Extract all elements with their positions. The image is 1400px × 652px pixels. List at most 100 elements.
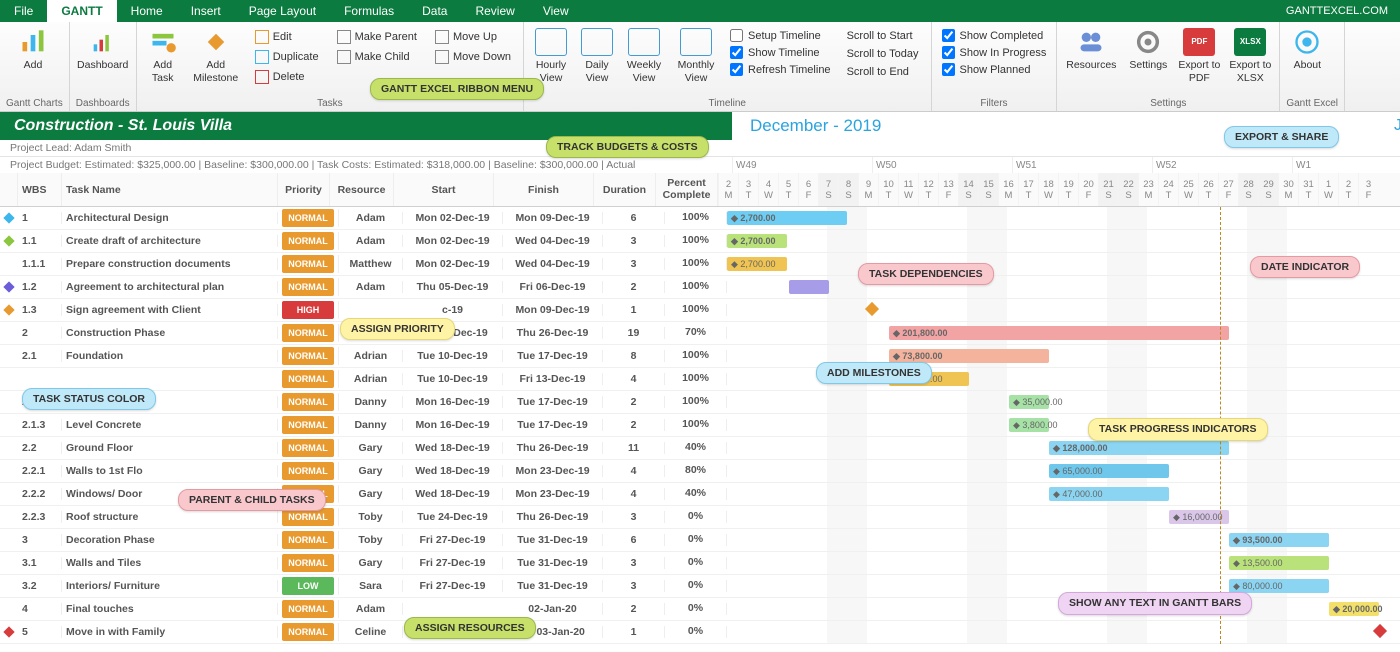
header-pct[interactable]: Percent Complete xyxy=(656,173,718,206)
cell-priority[interactable]: NORMAL xyxy=(278,531,339,549)
tab-view[interactable]: View xyxy=(529,0,583,22)
gantt-bar[interactable]: ◆ 16,000.00 xyxy=(1169,510,1229,524)
cell-priority[interactable]: NORMAL xyxy=(278,462,339,480)
add-task-button[interactable]: Add Task xyxy=(143,26,183,84)
add-chart-button[interactable]: Add xyxy=(6,26,60,72)
cell-priority[interactable]: NORMAL xyxy=(278,324,339,342)
duplicate-button[interactable]: Duplicate xyxy=(249,48,325,66)
task-row[interactable]: NORMALAdrianTue 10-Dec-19Fri 13-Dec-1941… xyxy=(0,368,1400,391)
dashboard-button[interactable]: Dashboard xyxy=(76,26,130,72)
gantt-milestone[interactable] xyxy=(865,302,879,316)
header-start[interactable]: Start xyxy=(394,173,494,206)
edit-button[interactable]: Edit xyxy=(249,28,325,46)
setup-timeline-check[interactable]: Setup Timeline xyxy=(726,28,835,43)
task-row[interactable]: 1.2Agreement to architectural planNORMAL… xyxy=(0,276,1400,299)
gantt-cell xyxy=(727,299,1387,321)
gantt-bar[interactable]: ◆ 73,800.00 xyxy=(889,349,1049,363)
show-completed-check[interactable]: Show Completed xyxy=(938,28,1051,43)
task-row[interactable]: 1.1Create draft of architectureNORMALAda… xyxy=(0,230,1400,253)
export-pdf-button[interactable]: PDFExport to PDF xyxy=(1177,26,1221,84)
make-child-button[interactable]: Make Child xyxy=(331,48,423,66)
gantt-bar[interactable]: ◆ 35,000.00 xyxy=(1009,395,1049,409)
task-row[interactable]: 2.1.2Pour ConcreteNORMALDannyMon 16-Dec-… xyxy=(0,391,1400,414)
add-milestone-button[interactable]: Add Milestone xyxy=(189,26,243,84)
move-down-button[interactable]: Move Down xyxy=(429,48,517,66)
make-parent-button[interactable]: Make Parent xyxy=(331,28,423,46)
header-finish[interactable]: Finish xyxy=(494,173,594,206)
cell-priority[interactable]: NORMAL xyxy=(278,370,339,388)
settings-button[interactable]: Settings xyxy=(1125,26,1171,72)
cell-priority[interactable]: NORMAL xyxy=(278,278,339,296)
group-timeline: Timeline xyxy=(530,96,925,109)
scroll-start-button[interactable]: Scroll to Start xyxy=(841,28,925,44)
show-inprogress-check[interactable]: Show In Progress xyxy=(938,45,1051,60)
scroll-today-button[interactable]: Scroll to Today xyxy=(841,46,925,62)
cell-priority[interactable]: NORMAL xyxy=(278,623,339,641)
tab-pagelayout[interactable]: Page Layout xyxy=(235,0,330,22)
cell-priority[interactable]: NORMAL xyxy=(278,416,339,434)
cell-priority[interactable]: LOW xyxy=(278,577,339,595)
about-button[interactable]: About xyxy=(1286,26,1328,72)
task-row[interactable]: 1.1.1Prepare construction documentsNORMA… xyxy=(0,253,1400,276)
gantt-bar[interactable]: ◆ 2,700.00 xyxy=(727,234,787,248)
task-row[interactable]: 2Construction PhaseNORMALAdamTue 10-Dec-… xyxy=(0,322,1400,345)
tab-insert[interactable]: Insert xyxy=(177,0,235,22)
show-timeline-check[interactable]: Show Timeline xyxy=(726,45,835,60)
cell-priority[interactable]: NORMAL xyxy=(278,255,339,273)
export-xlsx-button[interactable]: XLSXExport to XLSX xyxy=(1227,26,1273,84)
task-row[interactable]: 2.1FoundationNORMALAdrianTue 10-Dec-19Tu… xyxy=(0,345,1400,368)
cell-priority[interactable]: NORMAL xyxy=(278,232,339,250)
gantt-bar[interactable]: ◆ 2,700.00 xyxy=(727,211,847,225)
tab-home[interactable]: Home xyxy=(117,0,177,22)
task-row[interactable]: 3Decoration PhaseNORMALTobyFri 27-Dec-19… xyxy=(0,529,1400,552)
hourly-view-button[interactable]: Hourly View xyxy=(530,26,572,84)
header-duration[interactable]: Duration xyxy=(594,173,656,206)
tab-review[interactable]: Review xyxy=(461,0,528,22)
gantt-bar[interactable]: ◆ 80,000.00 xyxy=(1229,579,1329,593)
show-planned-check[interactable]: Show Planned xyxy=(938,62,1051,77)
header-name[interactable]: Task Name xyxy=(62,173,278,206)
gantt-bar[interactable] xyxy=(789,280,829,294)
task-row[interactable]: 1Architectural DesignNORMALAdamMon 02-De… xyxy=(0,207,1400,230)
tab-gantt[interactable]: GANTT xyxy=(47,0,116,22)
gear-icon xyxy=(1132,28,1164,56)
header-wbs[interactable]: WBS xyxy=(18,173,62,206)
cell-priority[interactable]: NORMAL xyxy=(278,347,339,365)
task-row[interactable]: 1.3Sign agreement with ClientHIGHc-19Mon… xyxy=(0,299,1400,322)
gantt-bar[interactable]: ◆ 93,500.00 xyxy=(1229,533,1329,547)
cell-priority[interactable]: NORMAL xyxy=(278,600,339,618)
task-row[interactable]: 2.2.1Walls to 1st FloNORMALGaryWed 18-De… xyxy=(0,460,1400,483)
refresh-timeline-check[interactable]: Refresh Timeline xyxy=(726,62,835,77)
header-resource[interactable]: Resource xyxy=(330,173,394,206)
task-row[interactable]: 3.1Walls and TilesNORMALGaryFri 27-Dec-1… xyxy=(0,552,1400,575)
task-row[interactable]: 5Move in with FamilyNORMALCelineFri 03-J… xyxy=(0,621,1400,644)
monthly-view-button[interactable]: Monthly View xyxy=(672,26,720,84)
scroll-end-button[interactable]: Scroll to End xyxy=(841,64,925,80)
cell-priority[interactable]: NORMAL xyxy=(278,393,339,411)
gantt-bar[interactable]: ◆ 20,000.00 xyxy=(1329,602,1379,616)
day-header: 21S xyxy=(1098,173,1118,206)
cell-priority[interactable]: NORMAL xyxy=(278,554,339,572)
gantt-bar[interactable]: ◆ 3,800.00 xyxy=(1009,418,1049,432)
move-up-button[interactable]: Move Up xyxy=(429,28,517,46)
gantt-cell: ◆ 65,000.00 xyxy=(727,460,1387,482)
weekly-view-button[interactable]: Weekly View xyxy=(622,26,666,84)
cell-priority[interactable]: NORMAL xyxy=(278,439,339,457)
daily-view-button[interactable]: Daily View xyxy=(578,26,616,84)
tab-data[interactable]: Data xyxy=(408,0,461,22)
cell-start: Fri 27-Dec-19 xyxy=(403,534,503,546)
gantt-milestone[interactable] xyxy=(1373,624,1387,638)
tab-formulas[interactable]: Formulas xyxy=(330,0,408,22)
gantt-bar[interactable]: ◆ 47,000.00 xyxy=(1049,487,1169,501)
delete-button[interactable]: Delete xyxy=(249,68,325,86)
gantt-bar[interactable]: ◆ 13,500.00 xyxy=(1229,556,1329,570)
cell-priority[interactable]: HIGH xyxy=(278,301,339,319)
gantt-bar[interactable]: ◆ 201,800.00 xyxy=(889,326,1229,340)
header-priority[interactable]: Priority xyxy=(278,173,330,206)
resources-button[interactable]: Resources xyxy=(1063,26,1119,72)
gantt-bar[interactable]: ◆ 128,000.00 xyxy=(1049,441,1229,455)
gantt-bar[interactable]: ◆ 65,000.00 xyxy=(1049,464,1169,478)
gantt-bar[interactable]: ◆ 2,700.00 xyxy=(727,257,787,271)
cell-priority[interactable]: NORMAL xyxy=(278,209,339,227)
tab-file[interactable]: File xyxy=(0,0,47,22)
